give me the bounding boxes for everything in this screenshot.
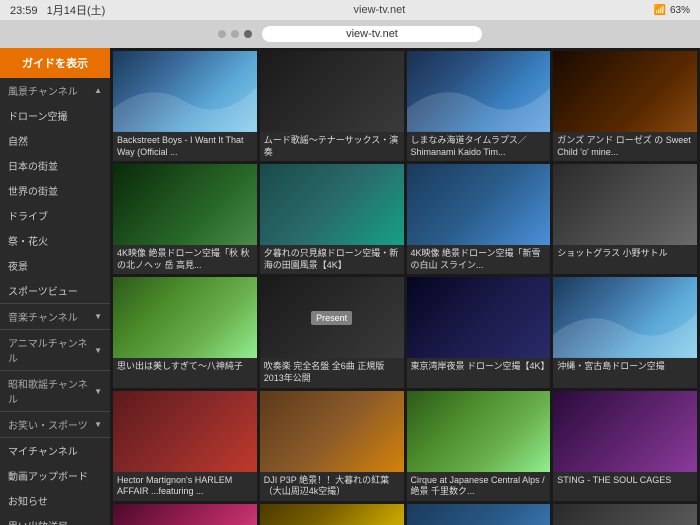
video-card-4[interactable]: 4K4K映像 絶景ドローン空撮「秋 秋の北ノヘッ 岳 高見...: [113, 164, 257, 274]
video-card-16[interactable]: 天空を彩るポピー・集落のポピー ～2014...: [113, 504, 257, 525]
collapse-animal-icon: ▼: [94, 346, 102, 355]
status-bar: 23:59 1月14日(土) view-tv.net 📶 63%: [0, 0, 700, 20]
sidebar-section-header-music[interactable]: 音楽チャンネル ▼: [0, 304, 110, 329]
tab-bar: view-tv.net: [0, 20, 700, 48]
collapse-music-icon: ▼: [94, 312, 102, 321]
video-title-7: ショットグラス 小野サトル: [553, 245, 697, 273]
main-layout: ガイドを表示 風景チャンネル ▲ ドローン空撮 自然 日本の街並 世界の街並 ド…: [0, 48, 700, 525]
sidebar: ガイドを表示 風景チャンネル ▲ ドローン空撮 自然 日本の街並 世界の街並 ド…: [0, 48, 110, 525]
sidebar-item-mychannel[interactable]: マイチャンネル: [0, 438, 110, 463]
video-card-9[interactable]: Present吹奏楽 完全名盤 全6曲 正規版 2013年公開: [260, 277, 404, 387]
content-area[interactable]: Backstreet Boys - I Want It That Way (Of…: [110, 48, 700, 525]
video-title-2: しまなみ海道タイムラプス／Shimanami Kaido Tim...: [407, 132, 551, 161]
video-card-19[interactable]: 【空撮】雲海の中ラビオの道 vol 2 阿蘇...: [553, 504, 697, 525]
tab-dot-1: [218, 30, 226, 38]
video-title-5: 夕暮れの只見線ドローン空撮・新海の田園風景【4K】: [260, 245, 404, 274]
video-card-12[interactable]: Hector Martignon's HARLEM AFFAIR ...feat…: [113, 391, 257, 501]
video-card-8[interactable]: 思い出は美しすぎて〜八神純子: [113, 277, 257, 387]
video-title-10: 東京湾岸夜景 ドローン空撮【4K】: [407, 358, 551, 386]
video-title-15: STING - THE SOUL CAGES: [553, 472, 697, 500]
sidebar-section-music: 音楽チャンネル ▼: [0, 304, 110, 330]
sidebar-item-memory[interactable]: 思い出放送局: [0, 513, 110, 525]
tab-dot-2: [231, 30, 239, 38]
video-card-14[interactable]: 4KCirque at Japanese Central Alps /絶景 千里…: [407, 391, 551, 501]
video-title-0: Backstreet Boys - I Want It That Way (Of…: [113, 132, 257, 161]
sidebar-item-festival[interactable]: 祭・花火: [0, 228, 110, 253]
collapse-icon: ▲: [94, 86, 102, 95]
video-card-15[interactable]: STING - THE SOUL CAGES: [553, 391, 697, 501]
video-title-12: Hector Martignon's HARLEM AFFAIR ...feat…: [113, 472, 257, 501]
video-card-2[interactable]: しまなみ海道タイムラプス／Shimanami Kaido Tim...: [407, 51, 551, 161]
sidebar-item-notice[interactable]: お知らせ: [0, 488, 110, 513]
sidebar-item-world-street[interactable]: 世界の街並: [0, 178, 110, 203]
video-title-8: 思い出は美しすぎて〜八神純子: [113, 358, 257, 386]
sidebar-item-sports-view[interactable]: スポーツビュー: [0, 278, 110, 303]
sidebar-item-drone[interactable]: ドローン空撮: [0, 103, 110, 128]
video-card-3[interactable]: ガンズ アンド ローゼズ の Sweet Child 'o' mine...: [553, 51, 697, 161]
url-bar[interactable]: view-tv.net: [262, 26, 482, 42]
sidebar-section-header-variety[interactable]: お笑い・スポーツ ▼: [0, 412, 110, 437]
sidebar-item-upload[interactable]: 動画アップボード: [0, 463, 110, 488]
video-title-6: 4K映像 絶景ドローン空撮「新雪の白山 スライン...: [407, 245, 551, 274]
video-card-11[interactable]: 沖縄・宮古島ドローン空撮: [553, 277, 697, 387]
video-title-14: Cirque at Japanese Central Alps /絶景 千里数ク…: [407, 472, 551, 501]
sidebar-section-landscape: 風景チャンネル ▲ ドローン空撮 自然 日本の街並 世界の街並 ドライブ 祭・花…: [0, 78, 110, 304]
video-title-4: 4K映像 絶景ドローン空撮「秋 秋の北ノヘッ 岳 高見...: [113, 245, 257, 274]
sidebar-section-header-landscape[interactable]: 風景チャンネル ▲: [0, 78, 110, 103]
video-card-18[interactable]: 【絶景】4K 天草の天然記念物 妙見岳見 【...: [407, 504, 551, 525]
sidebar-item-drive[interactable]: ドライブ: [0, 203, 110, 228]
battery-icon: 63%: [670, 5, 690, 16]
sidebar-section-header-animal[interactable]: アニマルチャンネル ▼: [0, 330, 110, 370]
video-card-13[interactable]: DJI P3P 絶景！！大暮れの紅葉（大山周辺4k空撮）: [260, 391, 404, 501]
video-card-17[interactable]: 【絶景】ひまわり25里あふらの山中山 ひまわり団...: [260, 504, 404, 525]
status-right: 📶 63%: [654, 5, 690, 16]
sidebar-section-animal: アニマルチャンネル ▼: [0, 330, 110, 371]
tab-dots: [218, 30, 252, 38]
video-card-0[interactable]: Backstreet Boys - I Want It That Way (Of…: [113, 51, 257, 161]
video-grid: Backstreet Boys - I Want It That Way (Of…: [110, 48, 700, 525]
collapse-showa-icon: ▼: [94, 387, 102, 396]
sidebar-item-night[interactable]: 夜景: [0, 253, 110, 278]
status-center: view-tv.net: [354, 4, 406, 16]
sidebar-section-header-showa[interactable]: 昭和歌謡チャンネル ▼: [0, 371, 110, 411]
video-title-3: ガンズ アンド ローゼズ の Sweet Child 'o' mine...: [553, 132, 697, 161]
video-title-9: 吹奏楽 完全名盤 全6曲 正規版 2013年公開: [260, 358, 404, 387]
video-title-11: 沖縄・宮古島ドローン空撮: [553, 358, 697, 386]
video-card-10[interactable]: 東京湾岸夜景 ドローン空撮【4K】: [407, 277, 551, 387]
wifi-icon: 📶: [654, 5, 666, 16]
sidebar-section-variety: お笑い・スポーツ ▼: [0, 412, 110, 438]
sidebar-section-showa: 昭和歌謡チャンネル ▼: [0, 371, 110, 412]
status-time: 23:59 1月14日(土): [10, 2, 105, 18]
tab-dot-3: [244, 30, 252, 38]
sidebar-item-japan-street[interactable]: 日本の街並: [0, 153, 110, 178]
guide-button[interactable]: ガイドを表示: [0, 48, 110, 78]
video-card-7[interactable]: ショットグラス 小野サトル: [553, 164, 697, 274]
video-card-5[interactable]: 夕暮れの只見線ドローン空撮・新海の田園風景【4K】: [260, 164, 404, 274]
video-title-13: DJI P3P 絶景！！大暮れの紅葉（大山周辺4k空撮）: [260, 472, 404, 501]
video-title-1: ムード歌謡〜テナーサックス・演奏: [260, 132, 404, 161]
sidebar-item-nature[interactable]: 自然: [0, 128, 110, 153]
video-card-1[interactable]: ムード歌謡〜テナーサックス・演奏: [260, 51, 404, 161]
collapse-variety-icon: ▼: [94, 420, 102, 429]
video-card-6[interactable]: 4K4K映像 絶景ドローン空撮「新雪の白山 スライン...: [407, 164, 551, 274]
